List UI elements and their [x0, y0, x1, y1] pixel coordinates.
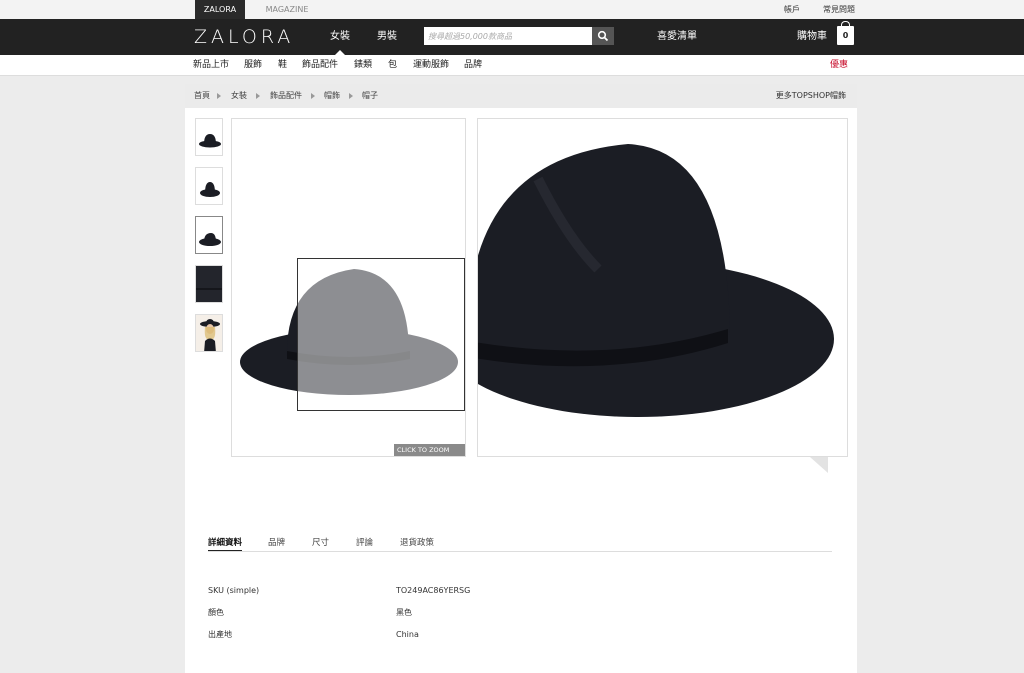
- nav-women[interactable]: 女裝: [330, 19, 350, 55]
- cat-new-arrivals[interactable]: 新品上市: [193, 55, 229, 76]
- cart-count: 0: [842, 31, 849, 40]
- chevron-right-icon: [217, 93, 221, 99]
- cat-accessories[interactable]: 飾品配件: [302, 55, 338, 76]
- crumb-hats[interactable]: 帽飾: [324, 84, 340, 108]
- cat-watches[interactable]: 錶類: [354, 55, 372, 76]
- cat-bags[interactable]: 包: [388, 55, 397, 76]
- cat-promo[interactable]: 優惠: [830, 55, 848, 76]
- zoomed-image: [477, 118, 848, 457]
- category-nav: 新品上市 服飾 鞋 飾品配件 錶類 包 運動服飾 品牌 優惠: [0, 55, 1024, 76]
- spec-origin-value: China: [396, 630, 419, 639]
- chevron-right-icon: [256, 93, 260, 99]
- more-topshop-link[interactable]: 更多TOPSHOP帽飾: [776, 84, 846, 108]
- search-input[interactable]: [424, 27, 592, 45]
- thumbnail-model-wearing-hat[interactable]: [195, 314, 223, 352]
- cat-shoes[interactable]: 鞋: [278, 55, 287, 76]
- tab-details[interactable]: 詳細資料: [208, 537, 243, 552]
- crumb-home[interactable]: 首頁: [194, 84, 210, 108]
- wishlist-link[interactable]: 喜愛清單: [657, 19, 697, 55]
- nav-men[interactable]: 男裝: [377, 19, 397, 55]
- crumb-accessories[interactable]: 飾品配件: [270, 84, 302, 108]
- spec-origin-label: 出產地: [208, 630, 232, 639]
- tab-reviews[interactable]: 評論: [356, 537, 373, 549]
- cat-brands[interactable]: 品牌: [464, 55, 482, 76]
- spec-sku-label: SKU (simple): [208, 586, 260, 595]
- tab-return-policy[interactable]: 退貨政策: [400, 537, 434, 549]
- faq-link[interactable]: 常見問題: [823, 0, 855, 19]
- thumbnail-hat-closeup[interactable]: [195, 265, 223, 303]
- cart-bag-icon[interactable]: 0: [837, 21, 854, 45]
- spec-color-label: 顏色: [208, 608, 224, 617]
- thumbnail-hat-angle[interactable]: [195, 216, 223, 254]
- hat-zoom-image: [478, 144, 834, 417]
- cat-sportswear[interactable]: 運動服飾: [413, 55, 449, 76]
- main-header: ZALORA 女裝 男裝 喜愛清單 購物車 0: [0, 19, 1024, 55]
- breadcrumb: 首頁 女裝 飾品配件 帽飾 帽子 更多TOPSHOP帽飾: [185, 84, 857, 108]
- zoom-lens[interactable]: [297, 258, 465, 411]
- crumb-women[interactable]: 女裝: [231, 84, 247, 108]
- tabs-divider: [208, 551, 832, 552]
- cat-clothing[interactable]: 服飾: [244, 55, 262, 76]
- zoom-pointer: [810, 457, 828, 473]
- chevron-right-icon: [311, 93, 315, 99]
- thumbnail-hat-side[interactable]: [195, 118, 223, 156]
- search-button[interactable]: [592, 27, 614, 45]
- spec-sku-value: TO249AC86YERSG: [396, 586, 471, 595]
- tab-zalora[interactable]: ZALORA: [195, 0, 245, 19]
- tab-magazine[interactable]: MAGAZINE: [257, 0, 317, 19]
- thumbnail-hat-front[interactable]: [195, 167, 223, 205]
- utility-bar: ZALORA MAGAZINE 帳戶 常見問題: [0, 0, 1024, 19]
- crumb-hat: 帽子: [362, 91, 378, 100]
- click-to-zoom-label[interactable]: CLICK TO ZOOM: [394, 444, 465, 456]
- cart-link[interactable]: 購物車: [797, 19, 827, 55]
- account-link[interactable]: 帳戶: [784, 0, 800, 19]
- tab-size[interactable]: 尺寸: [312, 537, 329, 549]
- spec-color-value: 黑色: [396, 608, 412, 617]
- search-icon: [597, 30, 609, 42]
- zalora-logo[interactable]: ZALORA: [194, 25, 294, 49]
- tab-brand[interactable]: 品牌: [268, 537, 285, 549]
- chevron-right-icon: [349, 93, 353, 99]
